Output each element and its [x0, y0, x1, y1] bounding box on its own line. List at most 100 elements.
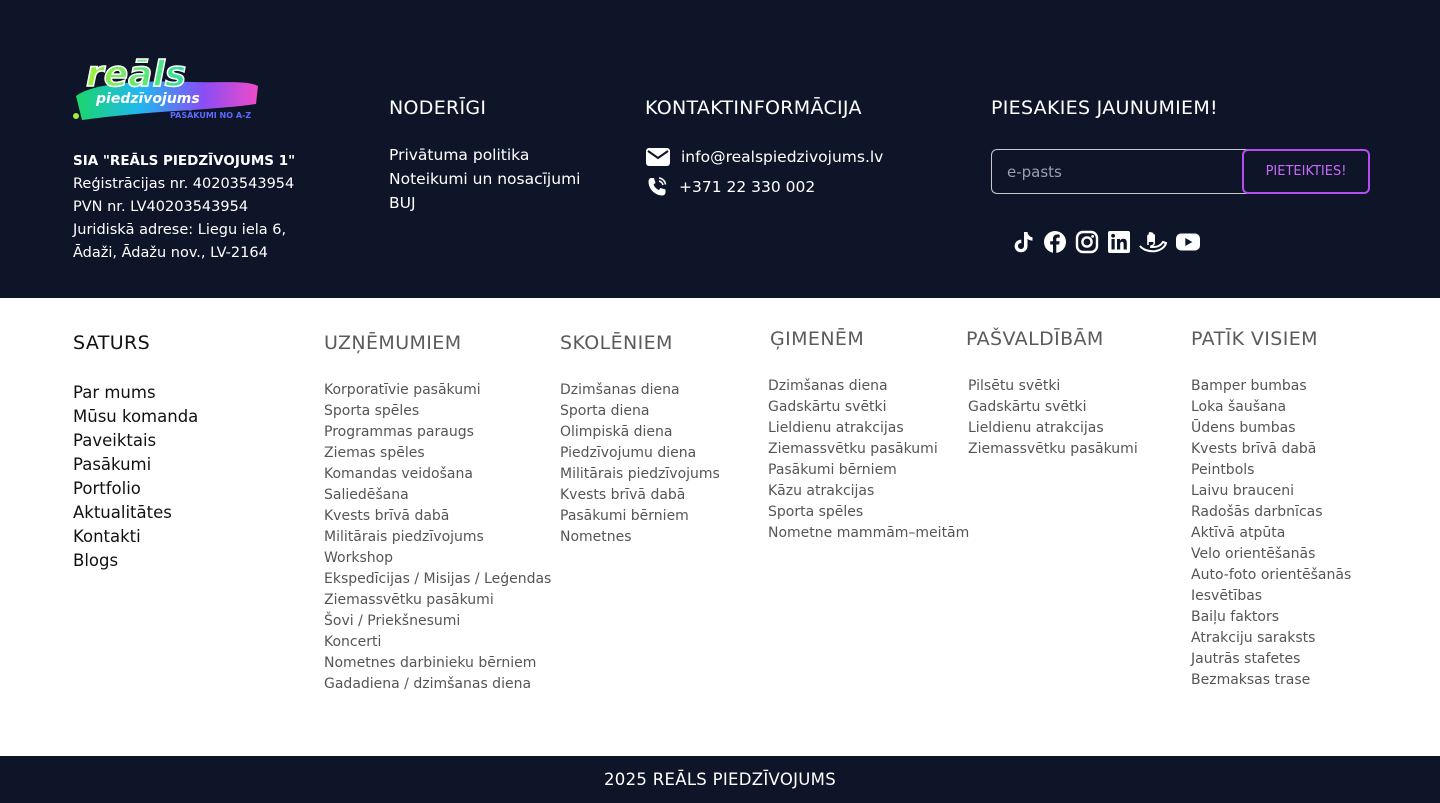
company-name: SIA "REĀLS PIEDZĪVOJUMS 1" [73, 153, 296, 169]
list-item[interactable]: Koncerti [324, 632, 551, 653]
company-info: SIA "REĀLS PIEDZĪVOJUMS 1" Reģistrācijas… [73, 150, 295, 265]
skoleniem-title: SKOLĒNIEM [560, 332, 673, 354]
contact-email[interactable]: info@realspiedzivojums.lv [681, 148, 883, 166]
list-item[interactable]: Ekspedīcijas / Misijas / Leģendas [324, 569, 551, 590]
list-item[interactable]: Ziemas spēles [324, 443, 551, 464]
list-item[interactable]: Lieldienu atrakcijas [768, 418, 969, 439]
list-item[interactable]: Laivu brauceni [1191, 481, 1351, 502]
list-item[interactable]: Kāzu atrakcijas [768, 481, 969, 502]
list-item[interactable]: Iesvētības [1191, 586, 1351, 607]
list-item[interactable]: Sporta diena [560, 401, 720, 422]
link-portfolio[interactable]: Portfolio [73, 477, 198, 501]
pasvaldibam-list: Pilsētu svētki Gadskārtu svētki Lieldien… [968, 376, 1138, 460]
list-item[interactable]: Kvests brīvā dabā [324, 506, 551, 527]
youtube-icon[interactable] [1174, 229, 1202, 255]
instagram-icon[interactable] [1074, 229, 1100, 255]
link-pasakumi[interactable]: Pasākumi [73, 453, 198, 477]
noderigi-title: NODERĪGI [389, 97, 487, 119]
list-item[interactable]: Nometnes [560, 527, 720, 548]
list-item[interactable]: Korporatīvie pasākumi [324, 380, 551, 401]
company-logo[interactable]: reāls piedzīvojums PASĀKUMI NO A-Z [72, 46, 260, 128]
list-item[interactable]: Militārais piedzīvojums [560, 464, 720, 485]
logo-word: reāls [86, 54, 186, 95]
link-kontakti[interactable]: Kontakti [73, 525, 198, 549]
list-item[interactable]: Ziemassvētku pasākumi [324, 590, 551, 611]
list-item[interactable]: Baiļu faktors [1191, 607, 1351, 628]
facebook-icon[interactable] [1042, 229, 1068, 255]
list-item[interactable]: Workshop [324, 548, 551, 569]
company-reg: Reģistrācijas nr. 40203543954 [73, 176, 295, 192]
list-item[interactable]: Pilsētu svētki [968, 376, 1138, 397]
list-item[interactable]: Peintbols [1191, 460, 1351, 481]
linkedin-icon[interactable] [1106, 229, 1132, 255]
list-item[interactable]: Programmas paraugs [324, 422, 551, 443]
list-item[interactable]: Velo orientēšanās [1191, 544, 1351, 565]
contact-title: KONTAKTINFORMĀCIJA [645, 97, 862, 119]
list-item[interactable]: Ziemassvētku pasākumi [968, 439, 1138, 460]
contact-email-row[interactable]: info@realspiedzivojums.lv [645, 142, 883, 172]
list-item[interactable]: Radošās darbnīcas [1191, 502, 1351, 523]
list-item[interactable]: Lieldienu atrakcijas [968, 418, 1138, 439]
subscribe-button[interactable]: PIETEIKTIES! [1242, 149, 1370, 194]
newsletter-form: PIETEIKTIES! [991, 149, 1370, 194]
list-item[interactable]: Jautrās stafetes [1191, 649, 1351, 670]
skoleniem-list: Dzimšanas diena Sporta diena Olimpiskā d… [560, 380, 720, 548]
list-item[interactable]: Militārais piedzīvojums [324, 527, 551, 548]
list-item[interactable]: Nometne mammām–meitām [768, 523, 969, 544]
pasvaldibam-title: PAŠVALDĪBĀM [966, 328, 1104, 350]
list-item[interactable]: Saliedēšana [324, 485, 551, 506]
link-terms[interactable]: Noteikumi un nosacījumi [389, 167, 580, 191]
hands-icon[interactable] [1138, 229, 1168, 255]
link-paveiktais[interactable]: Paveiktais [73, 429, 198, 453]
footer-links: SATURS Par mums Mūsu komanda Paveiktais … [0, 298, 1440, 756]
list-item[interactable]: Bezmaksas trase [1191, 670, 1351, 691]
company-address-2: Ādaži, Ādažu nov., LV-2164 [73, 245, 268, 261]
list-item[interactable]: Šovi / Priekšnesumi [324, 611, 551, 632]
company-pvn: PVN nr. LV40203543954 [73, 199, 249, 215]
link-blogs[interactable]: Blogs [73, 549, 198, 573]
saturs-title: SATURS [73, 332, 151, 354]
list-item[interactable]: Loka šaušana [1191, 397, 1351, 418]
list-item[interactable]: Bamper bumbas [1191, 376, 1351, 397]
contact-phone-row[interactable]: +371 22 330 002 [645, 172, 883, 202]
list-item[interactable]: Nometnes darbinieku bērniem [324, 653, 551, 674]
logo-sub: piedzīvojums [95, 91, 200, 107]
list-item[interactable]: Pasākumi bērniem [560, 506, 720, 527]
copyright-bar: 2025 REĀLS PIEDZĪVOJUMS [0, 756, 1440, 803]
list-item[interactable]: Dzimšanas diena [768, 376, 969, 397]
list-item[interactable]: Sporta spēles [324, 401, 551, 422]
list-item[interactable]: Sporta spēles [768, 502, 969, 523]
list-item[interactable]: Gadadiena / dzimšanas diena [324, 674, 551, 695]
phone-icon [648, 177, 667, 196]
list-item[interactable]: Kvests brīvā dabā [1191, 439, 1351, 460]
patik-list: Bamper bumbas Loka šaušana Ūdens bumbas … [1191, 376, 1351, 691]
list-item[interactable]: Atrakciju saraksts [1191, 628, 1351, 649]
contact-phone[interactable]: +371 22 330 002 [679, 178, 815, 196]
gimenem-list: Dzimšanas diena Gadskārtu svētki Lieldie… [768, 376, 969, 544]
link-musu-komanda[interactable]: Mūsu komanda [73, 405, 198, 429]
logo-tagline: PASĀKUMI NO A-Z [170, 110, 251, 120]
mail-icon [646, 148, 670, 166]
link-faq[interactable]: BUJ [389, 191, 580, 215]
list-item[interactable]: Aktīvā atpūta [1191, 523, 1351, 544]
link-privacy[interactable]: Privātuma politika [389, 143, 580, 167]
list-item[interactable]: Pasākumi bērniem [768, 460, 969, 481]
list-item[interactable]: Dzimšanas diena [560, 380, 720, 401]
footer-top: reāls piedzīvojums PASĀKUMI NO A-Z SIA "… [0, 0, 1440, 298]
list-item[interactable]: Piedzīvojumu diena [560, 443, 720, 464]
email-field[interactable] [991, 149, 1251, 194]
link-aktualitates[interactable]: Aktualitātes [73, 501, 198, 525]
link-par-mums[interactable]: Par mums [73, 381, 198, 405]
list-item[interactable]: Komandas veidošana [324, 464, 551, 485]
list-item[interactable]: Ziemassvētku pasākumi [768, 439, 969, 460]
list-item[interactable]: Ūdens bumbas [1191, 418, 1351, 439]
list-item[interactable]: Gadskārtu svētki [768, 397, 969, 418]
list-item[interactable]: Auto-foto orientēšanās [1191, 565, 1351, 586]
saturs-list: Par mums Mūsu komanda Paveiktais Pasākum… [73, 381, 198, 573]
tiktok-icon[interactable] [1010, 229, 1036, 255]
newsletter-title: PIESAKIES JAUNUMIEM! [991, 97, 1218, 119]
list-item[interactable]: Gadskārtu svētki [968, 397, 1138, 418]
uznemumiem-title: UZŅĒMUMIEM [324, 332, 462, 354]
list-item[interactable]: Olimpiskā diena [560, 422, 720, 443]
list-item[interactable]: Kvests brīvā dabā [560, 485, 720, 506]
